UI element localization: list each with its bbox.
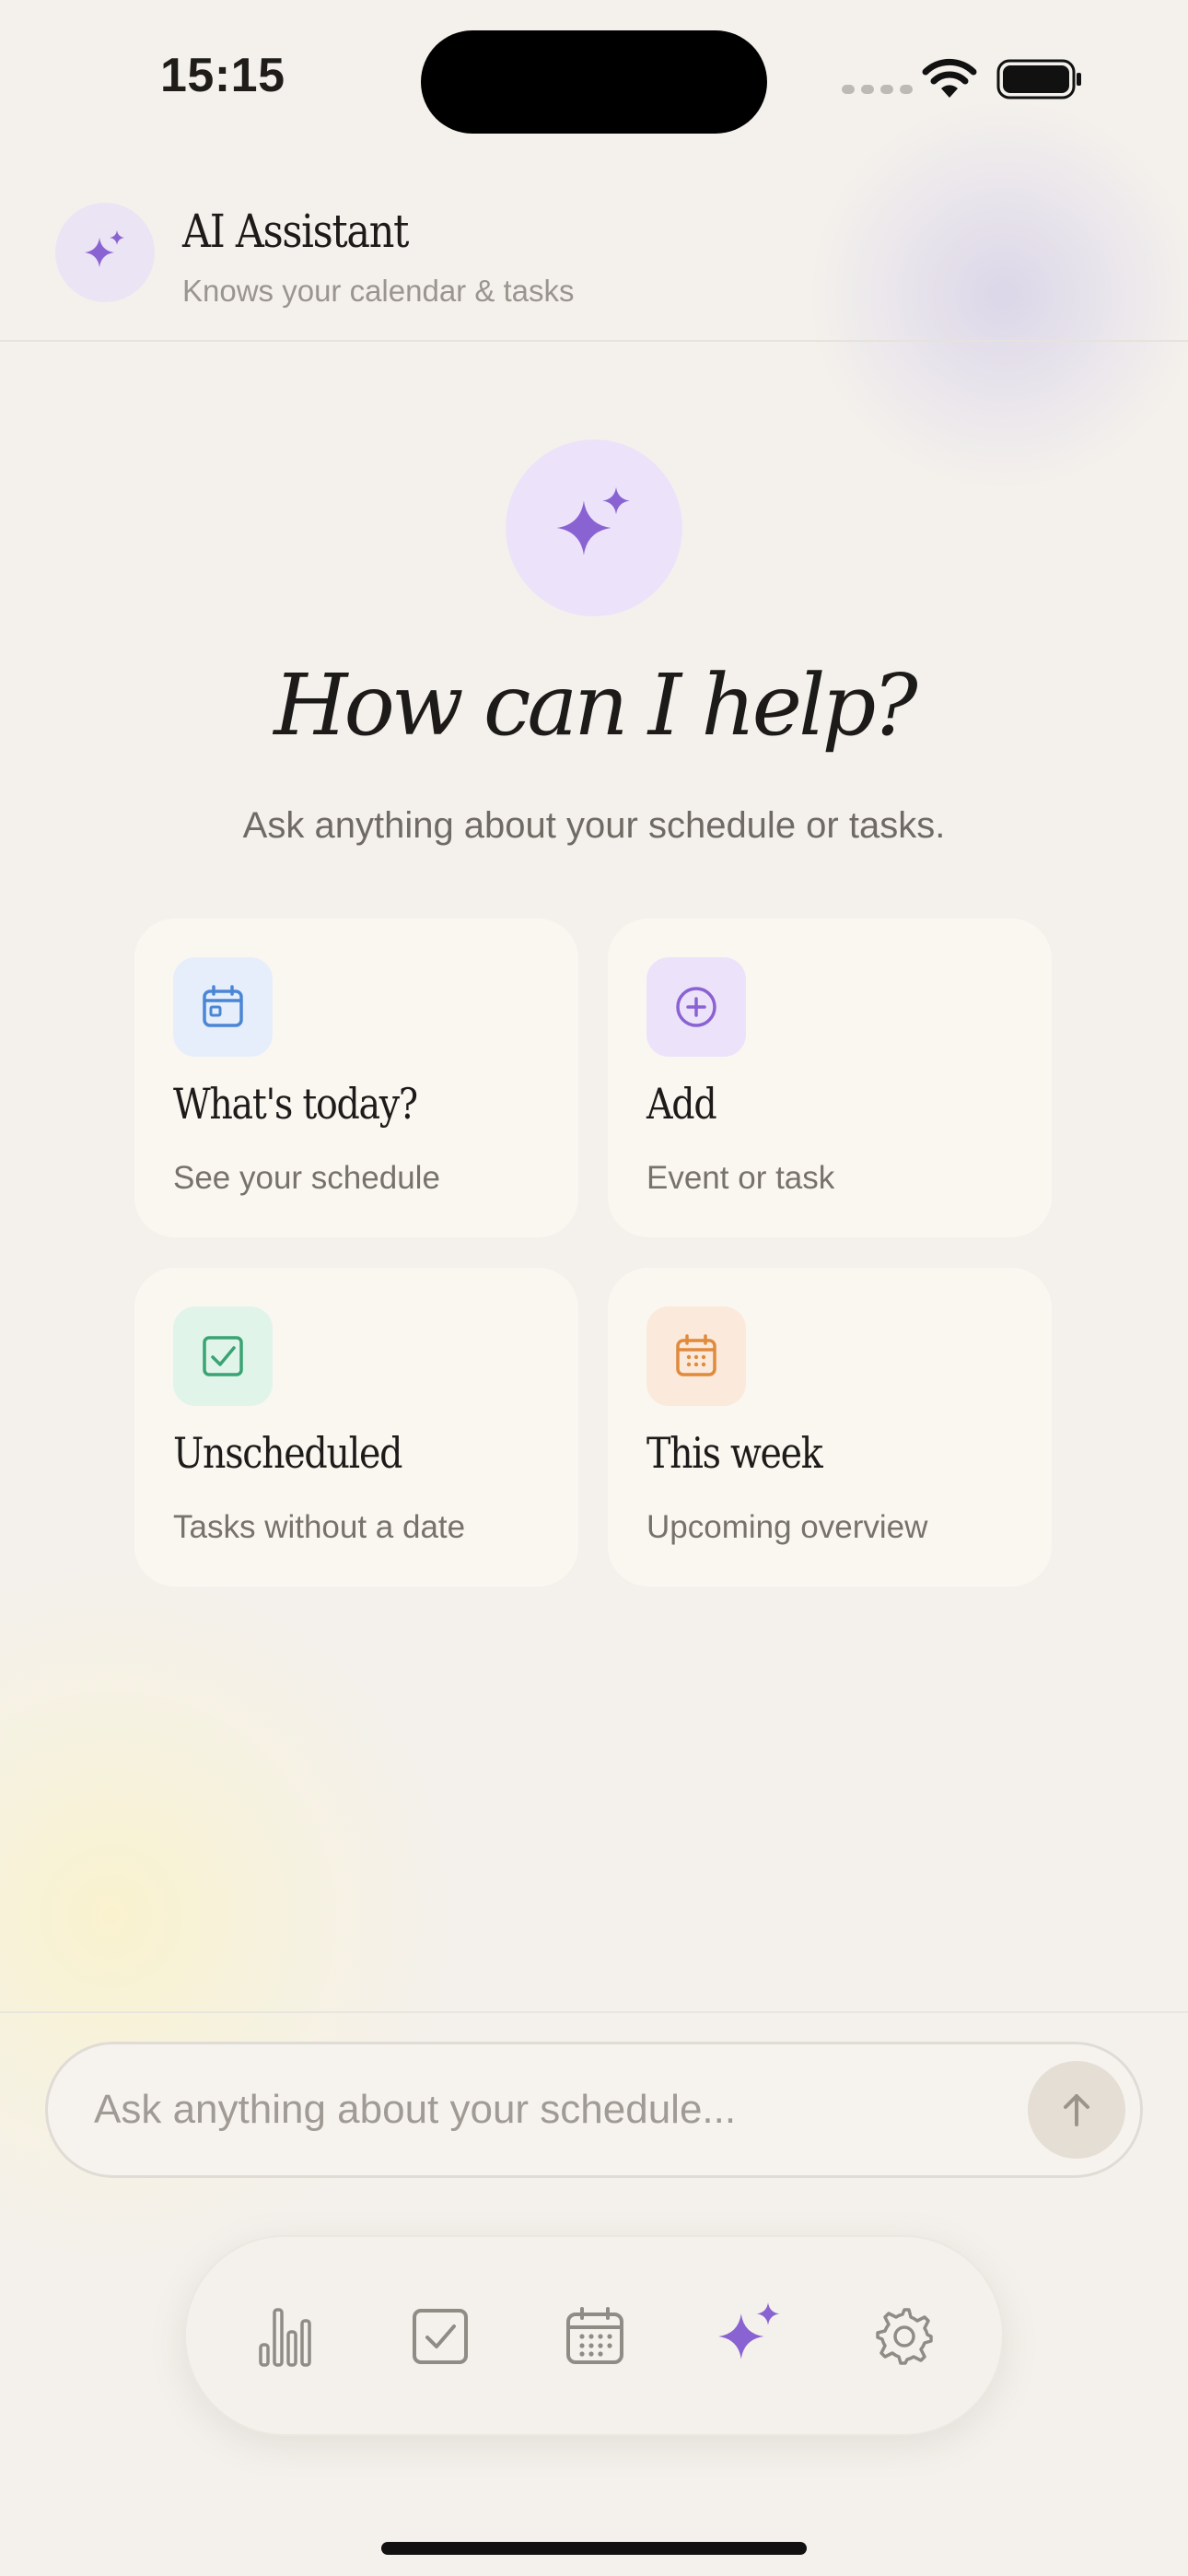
- sparkles-icon: [556, 486, 630, 556]
- card-title: Unscheduled: [173, 1428, 402, 1478]
- tab-calendar[interactable]: [542, 2283, 648, 2390]
- checkbox-icon: [203, 1336, 243, 1376]
- checkbox-icon: [413, 2309, 468, 2364]
- suggestion-card-unscheduled[interactable]: Unscheduled Tasks without a date: [134, 1268, 578, 1587]
- card-title: This week: [646, 1428, 823, 1478]
- card-icon-box: [173, 957, 273, 1057]
- card-icon-box: [646, 1306, 746, 1406]
- card-title: Add: [646, 1079, 717, 1129]
- calendar-grid-icon: [566, 2307, 623, 2364]
- card-icon-box: [173, 1306, 273, 1406]
- send-button[interactable]: [1028, 2061, 1125, 2159]
- chat-input[interactable]: Ask anything about your schedule...: [45, 2042, 1143, 2178]
- hero-icon: [506, 439, 682, 616]
- home-indicator[interactable]: [381, 2542, 807, 2555]
- tab-bar: [184, 2235, 1004, 2436]
- header-title: AI Assistant: [182, 205, 409, 258]
- suggestion-card-this-week[interactable]: This week Upcoming overview: [608, 1268, 1052, 1587]
- dynamic-island: [421, 30, 767, 134]
- plus-circle-icon: [676, 987, 716, 1027]
- tab-settings[interactable]: [851, 2283, 958, 2390]
- header-divider: [0, 340, 1188, 342]
- calendar-today-icon: [203, 985, 243, 1027]
- header-subtitle: Knows your calendar & tasks: [182, 274, 575, 308]
- status-time: 15:15: [160, 49, 285, 102]
- sparkles-icon: [718, 2302, 780, 2359]
- hero-subtitle: Ask anything about your schedule or task…: [242, 805, 946, 846]
- background-glow-purple: [810, 101, 1188, 488]
- card-title: What's today?: [173, 1079, 418, 1129]
- gear-icon: [876, 2308, 933, 2365]
- input-divider: [0, 2011, 1188, 2013]
- assistant-avatar: [55, 203, 155, 302]
- card-subtitle: See your schedule: [173, 1160, 440, 1196]
- tab-tasks[interactable]: [387, 2283, 494, 2390]
- battery-icon: [996, 59, 1081, 100]
- tab-stats[interactable]: [232, 2283, 339, 2390]
- hero-title: How can I help?: [274, 656, 917, 755]
- sparkles-icon: [85, 230, 124, 267]
- assistant-screen: 15:15 AI Assistant Knows your calendar &…: [0, 0, 1188, 2576]
- cellular-signal-icon: [842, 85, 913, 94]
- card-subtitle: Upcoming overview: [646, 1509, 928, 1545]
- arrow-up-icon: [1064, 2094, 1089, 2126]
- card-icon-box: [646, 957, 746, 1057]
- suggestion-card-today[interactable]: What's today? See your schedule: [134, 919, 578, 1237]
- card-subtitle: Event or task: [646, 1160, 835, 1196]
- tab-assistant[interactable]: [696, 2283, 803, 2390]
- suggestion-card-add[interactable]: Add Event or task: [608, 919, 1052, 1237]
- chat-input-placeholder: Ask anything about your schedule...: [94, 2087, 737, 2132]
- wifi-icon: [922, 58, 977, 98]
- card-subtitle: Tasks without a date: [173, 1509, 466, 1545]
- calendar-grid-icon: [676, 1334, 716, 1376]
- bar-chart-icon: [259, 2308, 311, 2367]
